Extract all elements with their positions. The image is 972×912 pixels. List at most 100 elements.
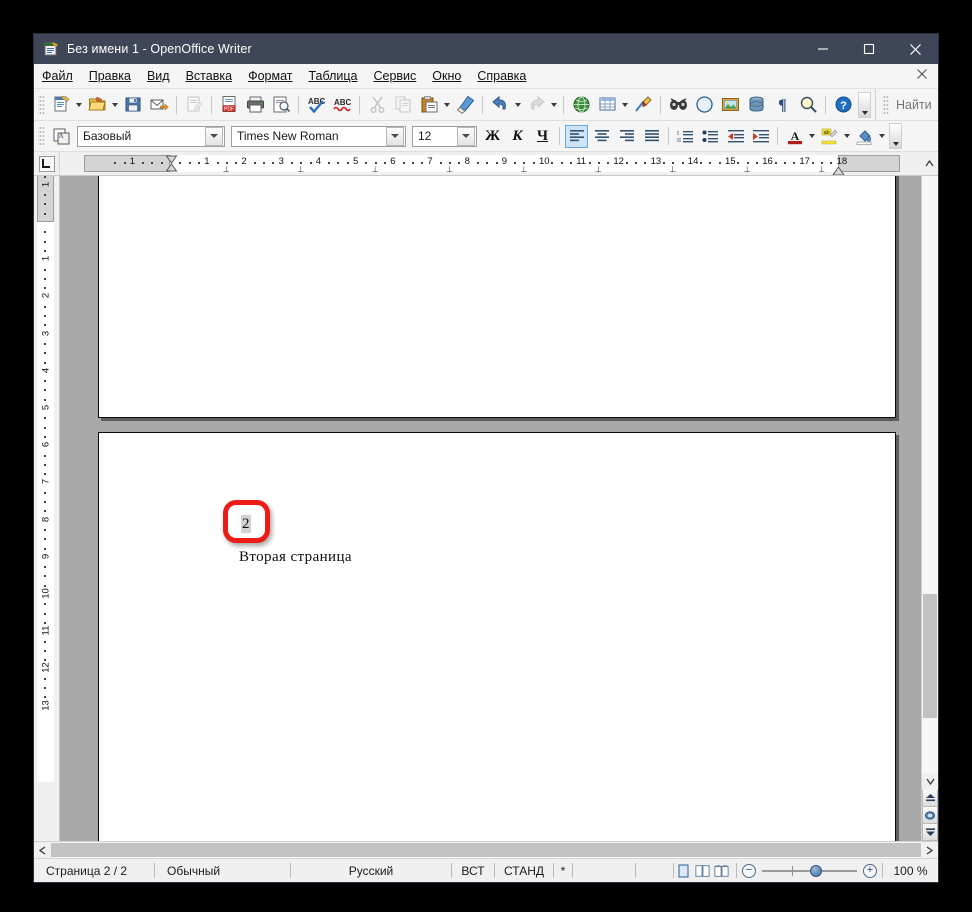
autospellcheck-icon[interactable]: ABC [330, 93, 354, 117]
insert-table-dropdown-icon[interactable] [620, 93, 630, 117]
right-indent-marker[interactable] [832, 163, 845, 175]
zoom-slider[interactable]: − + [742, 859, 877, 882]
formatting-toolbar-overflow-button[interactable] [889, 123, 902, 149]
multi-page-view-button[interactable] [695, 863, 710, 878]
font-size-dropdown-icon[interactable] [457, 126, 475, 146]
page-2[interactable]: 2 Вторая страница [98, 432, 896, 841]
menu-insert[interactable]: Вставка [178, 66, 240, 86]
align-center-button[interactable] [590, 125, 613, 148]
apply-style-icon[interactable]: A [49, 124, 73, 148]
help-icon[interactable]: ? [831, 93, 855, 117]
clone-formatting-icon[interactable] [453, 93, 477, 117]
menu-help[interactable]: Справка [469, 66, 534, 86]
menu-file[interactable]: Файл [34, 66, 81, 86]
find-and-replace-icon[interactable] [666, 93, 690, 117]
vertical-scrollbar-thumb[interactable] [923, 594, 937, 718]
bullet-list-button[interactable] [699, 125, 722, 148]
horizontal-scrollbar-thumb[interactable] [51, 843, 921, 857]
horizontal-ruler[interactable]: 1 1 ⊥ 2 3 ⊥ 4 5 ⊥ 6 7 ⊥ 8 9 ⊥ 10 11 ⊥ 12 13 ⊥ 14 15 ⊥ 16 17 ⊥ 18 [60, 152, 921, 175]
scroll-right-button[interactable] [921, 842, 938, 858]
vertical-scrollbar[interactable] [921, 176, 938, 841]
menu-view[interactable]: Вид [139, 66, 178, 86]
status-page-style[interactable]: Обычный [155, 859, 290, 882]
formatting-toolbar-grip[interactable] [38, 125, 45, 147]
menu-window[interactable]: Окно [424, 66, 469, 86]
spellcheck-icon[interactable]: ABC [304, 93, 328, 117]
menu-table[interactable]: Таблица [300, 66, 365, 86]
undo-dropdown-icon[interactable] [513, 93, 523, 117]
zoom-slider-track[interactable] [762, 864, 857, 877]
minimize-button[interactable] [800, 34, 846, 64]
email-document-icon[interactable] [147, 93, 171, 117]
font-name-combo[interactable]: Times New Roman [231, 125, 406, 147]
zoom-icon[interactable] [796, 93, 820, 117]
formatting-marks-icon[interactable]: ¶ [770, 93, 794, 117]
background-color-dropdown-icon[interactable] [877, 124, 887, 148]
status-digital-signature[interactable] [573, 859, 635, 882]
page-1[interactable] [98, 176, 896, 418]
cut-icon[interactable] [365, 93, 389, 117]
first-line-indent-marker[interactable] [165, 155, 178, 175]
open-document-dropdown-icon[interactable] [110, 93, 120, 117]
new-document-icon[interactable] [49, 93, 73, 117]
bold-button[interactable]: Ж [481, 125, 504, 148]
highlight-button[interactable]: ab [818, 125, 841, 148]
underline-button[interactable]: Ч [531, 125, 554, 148]
horizontal-scrollbar-track[interactable] [51, 842, 921, 858]
highlight-dropdown-icon[interactable] [842, 124, 852, 148]
navigation-button[interactable] [922, 807, 938, 824]
status-zoom-value[interactable]: 100 % [883, 859, 938, 882]
maximize-button[interactable] [846, 34, 892, 64]
paste-dropdown-icon[interactable] [442, 93, 452, 117]
paste-icon[interactable] [417, 93, 441, 117]
align-right-button[interactable] [615, 125, 638, 148]
tab-stop-selector[interactable] [34, 152, 60, 175]
vertical-scrollbar-track[interactable] [922, 176, 938, 773]
book-view-button[interactable] [714, 863, 729, 878]
paragraph-style-combo[interactable]: Базовый [77, 125, 225, 147]
gallery-icon[interactable] [718, 93, 742, 117]
scroll-up-button-top[interactable] [921, 152, 938, 175]
close-document-icon[interactable] [916, 67, 928, 85]
menu-format[interactable]: Формат [240, 66, 300, 86]
edit-file-icon[interactable] [182, 93, 206, 117]
save-document-icon[interactable] [121, 93, 145, 117]
menu-edit[interactable]: Правка [81, 66, 139, 86]
toolbar-grip[interactable] [38, 93, 45, 116]
page-canvas[interactable]: 2 Вторая страница [60, 176, 921, 841]
single-page-view-button[interactable] [676, 863, 691, 878]
font-size-combo[interactable]: 12 [412, 125, 477, 147]
status-language[interactable]: Русский [291, 859, 451, 882]
font-color-dropdown-icon[interactable] [807, 124, 817, 148]
status-page-info[interactable]: Страница 2 / 2 [34, 859, 154, 882]
font-name-dropdown-icon[interactable] [386, 126, 404, 146]
scroll-left-button[interactable] [34, 842, 51, 858]
paragraph-style-dropdown-icon[interactable] [205, 126, 223, 146]
find-toolbar-grip[interactable] [882, 93, 889, 116]
zoom-in-button[interactable]: + [863, 863, 877, 878]
horizontal-scrollbar[interactable] [34, 841, 938, 858]
data-sources-icon[interactable] [744, 93, 768, 117]
zoom-out-button[interactable]: − [742, 863, 756, 878]
vertical-ruler[interactable]: 1 1 2 3 4 5 6 7 8 9 10 11 12 13 [34, 176, 60, 841]
status-insert-mode[interactable]: ВСТ [452, 859, 494, 882]
numbered-list-button[interactable]: I II [674, 125, 697, 148]
new-document-dropdown-icon[interactable] [74, 93, 84, 117]
zoom-slider-knob[interactable] [810, 864, 822, 877]
scroll-down-button[interactable] [922, 773, 938, 790]
align-justify-button[interactable] [640, 125, 663, 148]
find-input[interactable] [892, 97, 938, 112]
page-number-field[interactable]: 2 [241, 515, 251, 533]
previous-page-button[interactable] [922, 790, 938, 807]
show-draw-functions-icon[interactable] [631, 93, 655, 117]
undo-icon[interactable] [488, 93, 512, 117]
menu-tools[interactable]: Сервис [365, 66, 424, 86]
navigator-icon[interactable] [692, 93, 716, 117]
align-left-button[interactable] [565, 124, 588, 148]
copy-icon[interactable] [391, 93, 415, 117]
print-preview-icon[interactable] [269, 93, 293, 117]
paragraph-text[interactable]: Вторая страница [239, 549, 352, 566]
decrease-indent-button[interactable] [724, 125, 747, 148]
background-color-button[interactable] [853, 125, 876, 148]
close-button[interactable] [892, 34, 938, 64]
